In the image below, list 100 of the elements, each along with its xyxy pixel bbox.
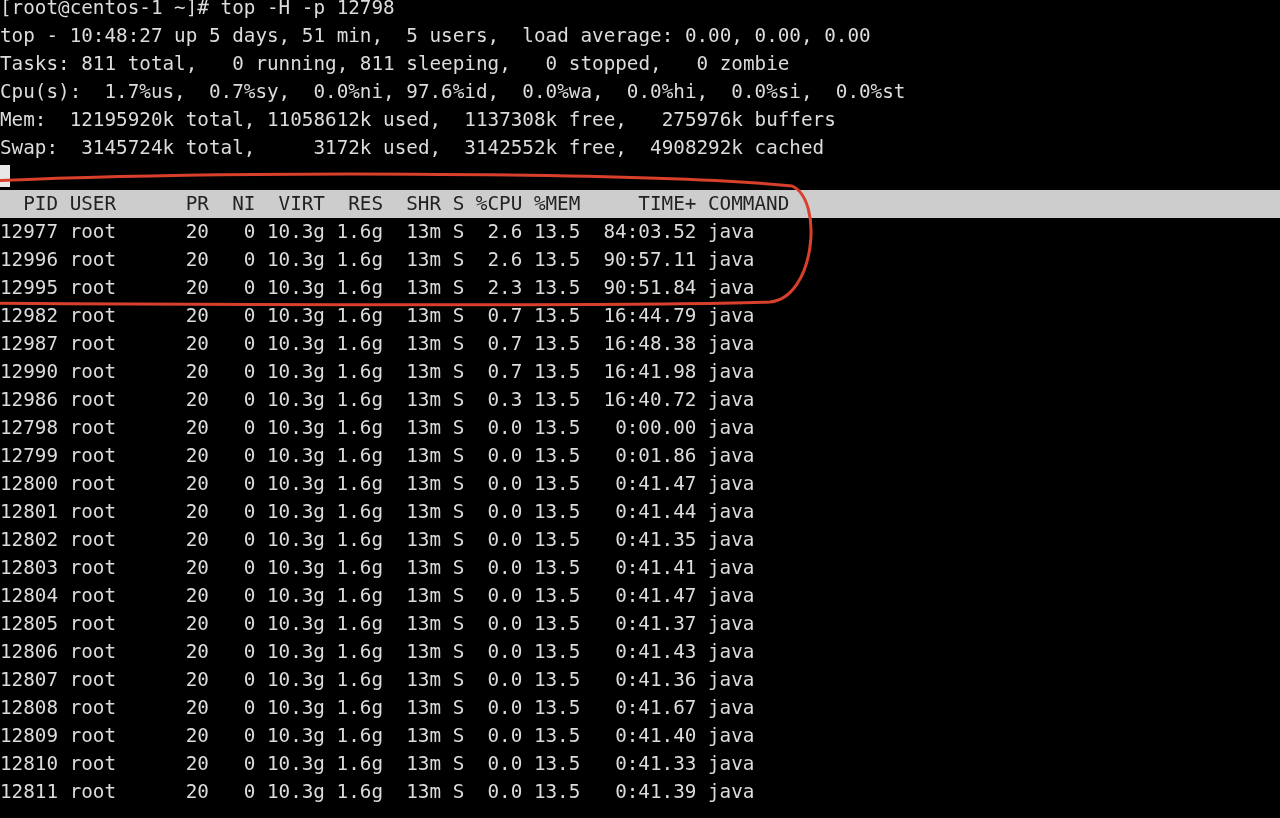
summary-line: top - 10:48:27 up 5 days, 51 min, 5 users, load average: 0.00, 0.00, 0.00: [0, 23, 871, 49]
table-cell: S: [452, 556, 465, 579]
table-cell: java: [708, 752, 755, 775]
table-cell: 10.3g: [266, 780, 325, 803]
table-cell: java: [708, 528, 755, 551]
table-cell: 0: [243, 500, 256, 523]
table-cell: java: [708, 332, 755, 355]
table-cell: 1.6g: [336, 276, 383, 299]
column-header: NI: [232, 192, 256, 215]
table-cell: S: [452, 528, 465, 551]
table-cell: 13.5: [533, 220, 581, 243]
table-cell: 1.6g: [336, 248, 383, 271]
table-cell: root: [69, 444, 117, 467]
table-cell: 1.6g: [336, 696, 383, 719]
table-cell: 20: [185, 780, 209, 803]
table-cell: 0.0: [487, 668, 523, 691]
table-cell: 10.3g: [266, 304, 325, 327]
table-cell: S: [452, 500, 465, 523]
table-cell: 13m: [406, 584, 442, 607]
table-cell: 12809: [0, 724, 59, 747]
table-cell: 20: [185, 304, 209, 327]
table-cell: 13.5: [533, 444, 581, 467]
table-cell: S: [452, 388, 465, 411]
table-cell: 0: [243, 780, 256, 803]
table-cell: 13m: [406, 360, 442, 383]
table-cell: root: [69, 276, 117, 299]
table-cell: 12802: [0, 528, 59, 551]
table-cell: root: [69, 248, 117, 271]
table-cell: S: [452, 584, 465, 607]
table-cell: 12995: [0, 276, 59, 299]
table-cell: 10.3g: [266, 276, 325, 299]
table-cell: 0.0: [487, 752, 523, 775]
table-cell: 0:41.47: [615, 584, 697, 607]
table-cell: 0.7: [487, 360, 523, 383]
table-cell: S: [452, 332, 465, 355]
table-cell: root: [69, 640, 117, 663]
column-header: SHR: [406, 192, 442, 215]
column-header: TIME+: [638, 192, 697, 215]
table-cell: 2.3: [487, 276, 523, 299]
table-cell: 13.5: [533, 332, 581, 355]
table-cell: 10.3g: [266, 668, 325, 691]
table-cell: 13.5: [533, 640, 581, 663]
table-cell: root: [69, 472, 117, 495]
table-cell: java: [708, 640, 755, 663]
table-cell: root: [69, 304, 117, 327]
table-cell: 1.6g: [336, 472, 383, 495]
table-cell: 0: [243, 444, 256, 467]
table-cell: 1.6g: [336, 584, 383, 607]
table-cell: 1.6g: [336, 416, 383, 439]
table-cell: 0:01.86: [615, 444, 697, 467]
table-cell: 10.3g: [266, 388, 325, 411]
table-cell: 1.6g: [336, 444, 383, 467]
column-header: %CPU: [475, 192, 523, 215]
table-cell: 13.5: [533, 416, 581, 439]
table-cell: 0: [243, 612, 256, 635]
table-cell: 0.0: [487, 584, 523, 607]
table-cell: java: [708, 388, 755, 411]
table-cell: 0: [243, 752, 256, 775]
table-cell: 0: [243, 584, 256, 607]
table-cell: 0: [243, 640, 256, 663]
table-cell: S: [452, 612, 465, 635]
table-cell: S: [452, 220, 465, 243]
table-cell: java: [708, 500, 755, 523]
table-cell: 0: [243, 472, 256, 495]
table-cell: 0: [243, 360, 256, 383]
table-cell: S: [452, 668, 465, 691]
table-cell: 13m: [406, 528, 442, 551]
table-cell: 1.6g: [336, 220, 383, 243]
table-cell: 0:41.33: [615, 752, 697, 775]
table-cell: 13m: [406, 612, 442, 635]
table-cell: 0: [243, 724, 256, 747]
command-prompt: [root@centos-1 ~]# top -H -p 12798: [0, 0, 395, 21]
table-cell: 13.5: [533, 612, 581, 635]
table-cell: 0.7: [487, 332, 523, 355]
table-cell: 0.0: [487, 556, 523, 579]
table-cell: 12799: [0, 444, 59, 467]
table-cell: 10.3g: [266, 332, 325, 355]
table-cell: 1.6g: [336, 388, 383, 411]
table-cell: 13.5: [533, 556, 581, 579]
table-cell: java: [708, 696, 755, 719]
table-cell: 12806: [0, 640, 59, 663]
table-cell: 10.3g: [266, 696, 325, 719]
table-cell: 12807: [0, 668, 59, 691]
table-cell: 0: [243, 416, 256, 439]
table-cell: 1.6g: [336, 360, 383, 383]
table-cell: 20: [185, 696, 209, 719]
table-cell: 1.6g: [336, 528, 383, 551]
table-cell: 1.6g: [336, 668, 383, 691]
table-cell: 20: [185, 528, 209, 551]
table-cell: 0: [243, 668, 256, 691]
table-cell: 20: [185, 668, 209, 691]
table-cell: 0:41.47: [615, 472, 697, 495]
table-cell: 20: [185, 416, 209, 439]
table-cell: 10.3g: [266, 500, 325, 523]
table-cell: java: [708, 780, 755, 803]
table-cell: 13.5: [533, 584, 581, 607]
table-cell: 13m: [406, 668, 442, 691]
table-cell: 12977: [0, 220, 59, 243]
table-cell: java: [708, 276, 755, 299]
table-cell: 1.6g: [336, 640, 383, 663]
